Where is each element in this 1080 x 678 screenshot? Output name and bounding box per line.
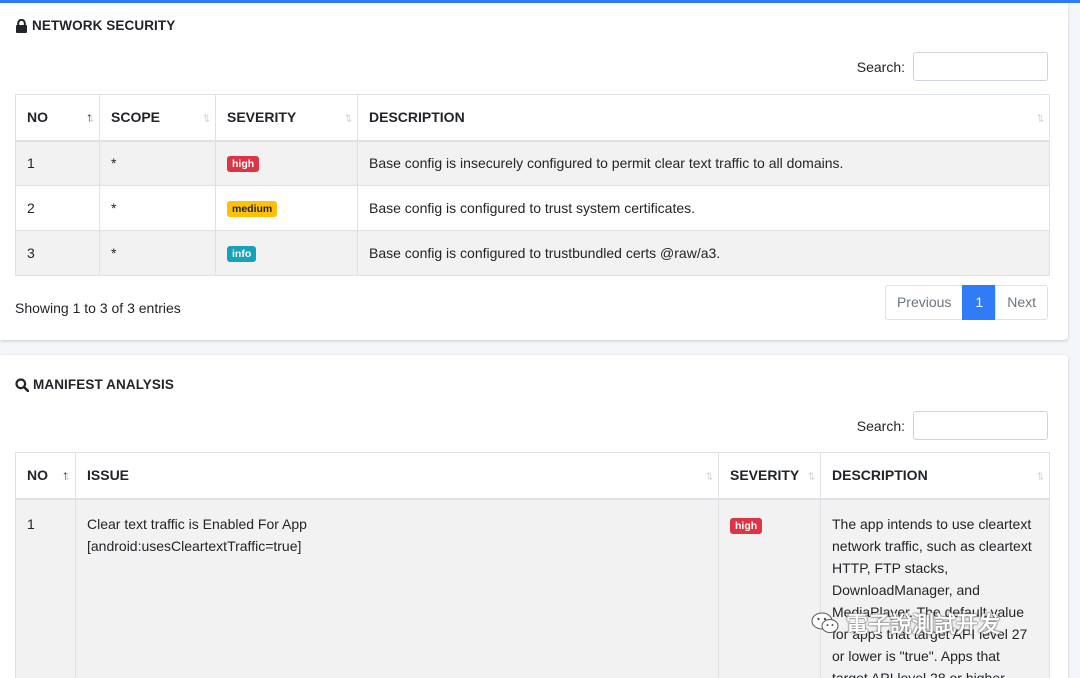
table-row: 1 Clear text traffic is Enabled For App … xyxy=(15,498,1050,678)
column-header-description[interactable]: DESCRIPTION ↑↓ xyxy=(820,452,1050,500)
column-header-no[interactable]: NO ↑↓ xyxy=(15,94,100,142)
pagination-next-button[interactable]: Next xyxy=(995,285,1048,320)
severity-badge: high xyxy=(730,517,763,534)
sort-icon: ↑↓ xyxy=(807,467,816,483)
table-row: 1 * high Base config is insecurely confi… xyxy=(15,140,1050,186)
cell-description: Base config is configured to trustbundle… xyxy=(357,230,1050,276)
issue-title: Clear text traffic is Enabled For App xyxy=(87,515,307,532)
watermark-text: 電子說測試开发 xyxy=(846,612,1001,637)
watermark: 電子說測試开发 xyxy=(810,607,1000,639)
sort-icon: ↑↓ xyxy=(705,467,714,483)
sort-icon: ↑↓ xyxy=(344,109,353,125)
search-label: Search: xyxy=(856,58,905,75)
pagination-page-button[interactable]: 1 xyxy=(962,285,997,320)
pagination-previous-button[interactable]: Previous xyxy=(884,285,964,320)
cell-scope: * xyxy=(99,185,216,231)
severity-badge: info xyxy=(227,246,257,262)
cell-no: 3 xyxy=(15,230,100,276)
network-security-card: NETWORK SECURITY Search: NO ↑↓ SCOPE ↑↓ SE… xyxy=(0,3,1068,340)
cell-description: The app intends to use cleartext network… xyxy=(820,498,1050,678)
table-row: 3 * info Base config is configured to tr… xyxy=(15,230,1050,276)
search-icon xyxy=(15,377,29,392)
pagination: Previous 1 Next xyxy=(884,285,1048,320)
table-row: 2 * medium Base config is configured to … xyxy=(15,185,1050,231)
table-header-row: NO ↑↓ ISSUE ↑↓ SEVERITY ↑↓ DESCRIPTION ↑↓ xyxy=(15,452,1050,500)
cell-scope: * xyxy=(99,140,216,186)
cell-no: 1 xyxy=(15,498,76,678)
cell-scope: * xyxy=(99,230,216,276)
network-security-search: Search: xyxy=(857,52,1048,81)
manifest-analysis-title: MANIFEST ANALYSIS xyxy=(33,377,174,392)
search-input[interactable] xyxy=(913,52,1048,81)
manifest-analysis-search: Search: xyxy=(857,411,1048,440)
sort-icon: ↑↓ xyxy=(1036,467,1045,483)
cell-issue: Clear text traffic is Enabled For App [a… xyxy=(75,498,719,678)
sort-asc-icon: ↑↓ xyxy=(86,109,95,125)
cell-no: 1 xyxy=(15,140,100,186)
network-security-table: NO ↑↓ SCOPE ↑↓ SEVERITY ↑↓ DESCRIPTION ↑↓ 1 … xyxy=(15,94,1050,276)
network-security-title: NETWORK SECURITY xyxy=(32,18,176,33)
sort-icon: ↑↓ xyxy=(1036,109,1045,125)
cell-no: 2 xyxy=(15,185,100,231)
manifest-analysis-table: NO ↑↓ ISSUE ↑↓ SEVERITY ↑↓ DESCRIPTION ↑↓ 1 … xyxy=(15,452,1050,678)
issue-attribute: [android:usesCleartextTraffic=true] xyxy=(87,537,302,554)
column-header-no[interactable]: NO ↑↓ xyxy=(15,452,76,500)
sort-icon: ↑↓ xyxy=(202,109,211,125)
manifest-analysis-heading: MANIFEST ANALYSIS xyxy=(15,377,174,392)
column-header-issue[interactable]: ISSUE ↑↓ xyxy=(75,452,719,500)
search-input[interactable] xyxy=(913,411,1048,440)
wechat-logo-icon xyxy=(811,612,839,633)
table-header-row: NO ↑↓ SCOPE ↑↓ SEVERITY ↑↓ DESCRIPTION ↑↓ xyxy=(15,94,1050,142)
cell-description: Base config is configured to trust syste… xyxy=(357,185,1050,231)
column-header-scope[interactable]: SCOPE ↑↓ xyxy=(99,94,216,142)
sort-asc-icon: ↑↓ xyxy=(62,467,71,483)
cell-description: Base config is insecurely configured to … xyxy=(357,140,1050,186)
column-header-description[interactable]: DESCRIPTION ↑↓ xyxy=(357,94,1050,142)
severity-badge: medium xyxy=(227,201,278,217)
column-header-severity[interactable]: SEVERITY ↑↓ xyxy=(718,452,821,500)
network-security-heading: NETWORK SECURITY xyxy=(15,18,175,33)
lock-icon xyxy=(16,18,27,33)
column-header-severity[interactable]: SEVERITY ↑↓ xyxy=(215,94,358,142)
search-label: Search: xyxy=(856,417,905,434)
entries-info: Showing 1 to 3 of 3 entries xyxy=(15,300,181,316)
severity-badge: high xyxy=(227,156,260,173)
